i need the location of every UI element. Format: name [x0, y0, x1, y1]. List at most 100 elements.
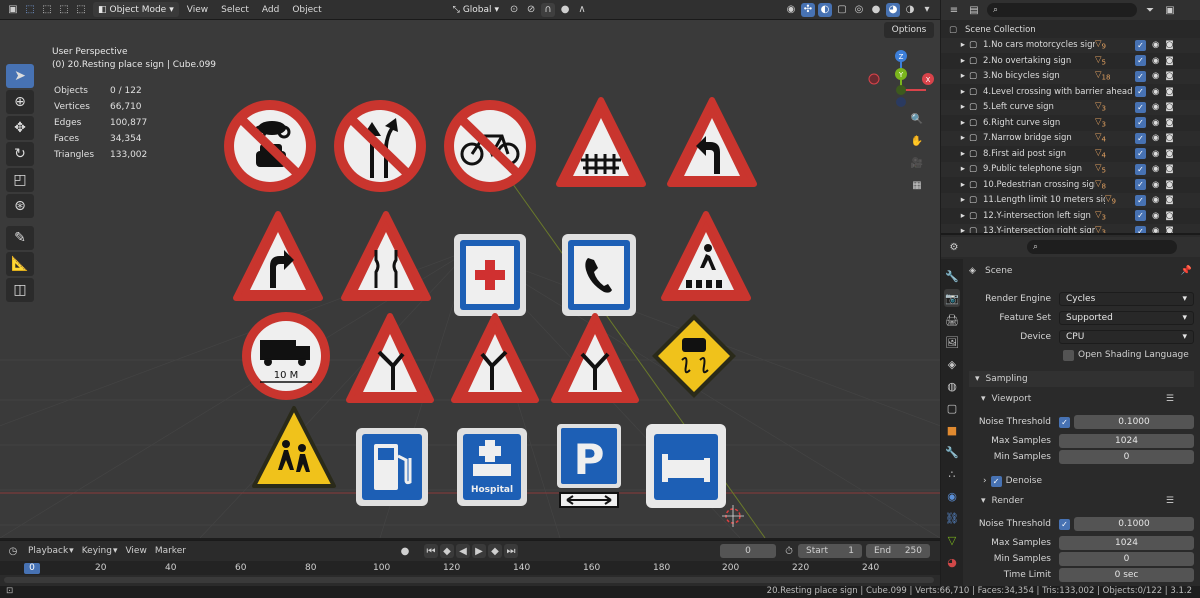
eye-icon[interactable]: ◉: [1152, 164, 1159, 174]
expand-arrow-icon[interactable]: ▸: [941, 133, 969, 143]
list-menu-icon[interactable]: ☰: [1166, 496, 1174, 506]
eye-icon[interactable]: ◉: [1152, 118, 1159, 128]
snap-icon[interactable]: ⊘: [524, 3, 538, 17]
start-frame-field[interactable]: Start 1: [798, 544, 862, 558]
editor-type-icon[interactable]: ≡: [947, 3, 961, 17]
expand-arrow-icon[interactable]: ▸: [941, 164, 969, 174]
first-aid-post-sign[interactable]: [452, 232, 528, 318]
menu-view[interactable]: View: [182, 5, 213, 15]
output-tab-icon[interactable]: 🖨: [944, 311, 960, 329]
expand-arrow-icon[interactable]: ▸: [941, 56, 969, 66]
ortho-grid-icon[interactable]: ▦: [910, 178, 924, 192]
no-cars-motorcycles-sign[interactable]: [220, 96, 320, 196]
include-checkbox[interactable]: ✓: [1135, 210, 1146, 222]
eye-icon[interactable]: ◉: [1152, 211, 1159, 221]
outliner-item[interactable]: ▸ ▢ 2.No overtaking sign ▽5 ✓ ◉ ◙: [941, 53, 1200, 69]
expand-arrow-icon[interactable]: ▸: [941, 102, 969, 112]
level-crossing-sign[interactable]: [555, 94, 647, 194]
menu-playback[interactable]: Playback: [28, 546, 68, 556]
shading-rendered-icon[interactable]: ◑: [903, 3, 917, 17]
visibility-icon[interactable]: ◉: [784, 3, 798, 17]
jump-start-icon[interactable]: ⏮: [424, 544, 438, 558]
eye-icon[interactable]: ◉: [1152, 56, 1159, 66]
include-checkbox[interactable]: ✓: [1135, 117, 1146, 129]
camera-render-icon[interactable]: ◙: [1165, 164, 1173, 174]
menu-object[interactable]: Object: [287, 5, 326, 15]
outliner-item[interactable]: ▸ ▢ 5.Left curve sign ▽3 ✓ ◉ ◙: [941, 99, 1200, 115]
children-crossing-sign[interactable]: [250, 404, 338, 492]
gizmo-toggle-icon[interactable]: ✣: [801, 2, 815, 17]
denoise-checkbox[interactable]: ✓: [990, 475, 1002, 487]
outliner-item[interactable]: ▸ ▢ 6.Right curve sign ▽3 ✓ ◉ ◙: [941, 115, 1200, 131]
camera-render-icon[interactable]: ◙: [1165, 211, 1173, 221]
expand-arrow-icon[interactable]: ▸: [941, 226, 969, 233]
expand-arrow-icon[interactable]: ▸: [941, 195, 969, 205]
render-noise-checkbox[interactable]: ✓: [1059, 518, 1070, 530]
narrow-bridge-sign[interactable]: [340, 208, 432, 308]
include-checkbox[interactable]: ✓: [1135, 148, 1146, 160]
outliner-item[interactable]: ▸ ▢ 7.Narrow bridge sign ▽4 ✓ ◉ ◙: [941, 130, 1200, 146]
mode-dropdown[interactable]: ◧ Object Mode ▾: [93, 2, 179, 17]
render-tab-icon[interactable]: 📷: [944, 289, 960, 307]
measure-tool-icon[interactable]: 📐: [6, 252, 34, 276]
y-intersection-right-sign[interactable]: [450, 310, 540, 410]
select-extend-icon[interactable]: ⬚: [40, 3, 54, 17]
viewport-noise-checkbox[interactable]: ✓: [1059, 416, 1070, 428]
display-mode-icon[interactable]: ▤: [967, 3, 981, 17]
current-frame-field[interactable]: 0: [720, 544, 776, 558]
no-overtaking-sign[interactable]: [330, 96, 430, 196]
chevron-down-icon[interactable]: ▾: [920, 3, 934, 17]
public-telephone-sign[interactable]: [560, 232, 638, 318]
select-tool-icon[interactable]: ➤: [6, 64, 34, 88]
slippery-road-sign[interactable]: [648, 310, 740, 402]
select-box-icon[interactable]: ⬚: [23, 3, 37, 17]
include-checkbox[interactable]: ✓: [1135, 194, 1146, 206]
include-checkbox[interactable]: ✓: [1135, 179, 1146, 191]
outliner-item[interactable]: ▸ ▢ 11.Length limit 10 meters sign ▽9 ✓ ◉ ◙: [941, 192, 1200, 208]
play-icon[interactable]: ▶: [472, 544, 486, 558]
jump-key-forward-icon[interactable]: ◆: [488, 544, 502, 558]
shading-material-icon[interactable]: ◕: [886, 2, 900, 17]
eye-icon[interactable]: ◉: [1152, 102, 1159, 112]
timeline-scrollbar[interactable]: [4, 577, 934, 583]
clock-icon[interactable]: ◷: [6, 544, 20, 558]
constraints-tab-icon[interactable]: ⛓: [944, 509, 960, 527]
include-checkbox[interactable]: ✓: [1135, 39, 1146, 51]
eye-icon[interactable]: ◉: [1152, 195, 1159, 205]
jump-end-icon[interactable]: ⏭: [504, 544, 518, 558]
camera-render-icon[interactable]: ◙: [1165, 133, 1173, 143]
include-checkbox[interactable]: ✓: [1135, 101, 1146, 113]
eye-icon[interactable]: ◉: [1152, 87, 1159, 97]
viewport-max-samples-field[interactable]: 1024: [1059, 434, 1194, 448]
camera-render-icon[interactable]: ◙: [1165, 195, 1173, 205]
length-limit-10m-sign[interactable]: 10 M: [236, 310, 336, 402]
data-tab-icon[interactable]: ▽: [944, 531, 960, 549]
transform-tool-icon[interactable]: ⊛: [6, 194, 34, 218]
shading-wireframe-icon[interactable]: ◎: [852, 3, 866, 17]
filter-icon[interactable]: ⏷: [1143, 3, 1157, 17]
tool-tab-icon[interactable]: 🔧: [944, 267, 960, 285]
list-menu-icon[interactable]: ☰: [1166, 394, 1174, 404]
denoise-subpanel-header[interactable]: › ✓ Denoise: [979, 473, 1194, 489]
world-tab-icon[interactable]: ◍: [944, 377, 960, 395]
expand-arrow-icon[interactable]: ▸: [941, 180, 969, 190]
y-intersection-left-sign[interactable]: [345, 310, 435, 410]
xray-icon[interactable]: ▢: [835, 3, 849, 17]
editor-type-icon[interactable]: ⚙: [947, 240, 961, 254]
menu-marker[interactable]: Marker: [155, 546, 186, 556]
include-checkbox[interactable]: ✓: [1135, 70, 1146, 82]
record-icon[interactable]: ●: [398, 544, 412, 558]
camera-render-icon[interactable]: ◙: [1165, 102, 1173, 112]
eye-icon[interactable]: ◉: [1152, 40, 1159, 50]
include-checkbox[interactable]: ✓: [1135, 55, 1146, 67]
include-checkbox[interactable]: ✓: [1135, 132, 1146, 144]
falloff-icon[interactable]: ∧: [575, 3, 589, 17]
petrol-station-sign[interactable]: [354, 426, 430, 508]
expand-arrow-icon[interactable]: ▸: [941, 149, 969, 159]
camera-render-icon[interactable]: ◙: [1165, 56, 1173, 66]
add-cube-tool-icon[interactable]: ◫: [6, 278, 34, 302]
camera-render-icon[interactable]: ◙: [1165, 87, 1173, 97]
render-noise-threshold-field[interactable]: 0.1000: [1074, 517, 1194, 531]
viewport-min-samples-field[interactable]: 0: [1059, 450, 1194, 464]
outliner-search-input[interactable]: ⌕: [987, 3, 1137, 17]
